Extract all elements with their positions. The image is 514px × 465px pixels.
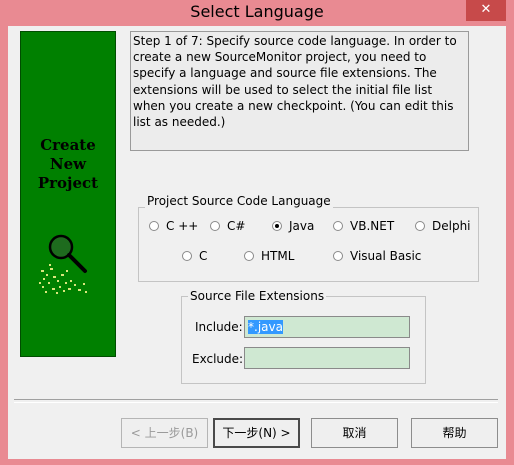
radio-vbnet-label: VB.NET xyxy=(350,219,395,233)
cancel-button[interactable]: 取消 xyxy=(311,418,398,448)
radio-delphi-circle[interactable] xyxy=(415,221,425,231)
include-input[interactable]: *.java xyxy=(244,316,410,338)
radio-java-label: Java xyxy=(289,219,315,233)
radio-vbnet-circle[interactable] xyxy=(333,221,343,231)
radio-html[interactable]: HTML xyxy=(244,248,294,264)
radio-visual-basic-circle[interactable] xyxy=(333,251,343,261)
include-label: Include: xyxy=(195,320,243,334)
radio-vbnet[interactable]: VB.NET xyxy=(333,218,394,234)
radio-visual-basic-label: Visual Basic xyxy=(350,249,422,263)
radio-cpp-circle[interactable] xyxy=(149,221,159,231)
extensions-group-label: Source File Extensions xyxy=(188,289,327,303)
radio-delphi[interactable]: Delphi xyxy=(415,218,471,234)
radio-java-circle[interactable] xyxy=(272,221,282,231)
radio-c-circle[interactable] xyxy=(182,251,192,261)
radio-csharp-label: C# xyxy=(227,219,246,233)
radio-c-label: C xyxy=(199,249,208,263)
banner-title-line-1: Create xyxy=(40,136,96,154)
banner-title-line-3: Project xyxy=(37,174,99,192)
help-button[interactable]: 帮助 xyxy=(411,418,498,448)
extensions-group xyxy=(181,296,426,384)
separator-line xyxy=(14,399,498,403)
banner-title-line-2: New xyxy=(49,155,87,173)
radio-html-label: HTML xyxy=(261,249,295,263)
next-button[interactable]: 下一步(N) > xyxy=(213,418,300,448)
magnifier-icon xyxy=(39,234,87,294)
step-description: Step 1 of 7: Specify source code languag… xyxy=(130,31,469,151)
radio-java[interactable]: Java xyxy=(272,218,314,234)
exclude-input[interactable] xyxy=(244,347,410,369)
wizard-banner: Create New Project xyxy=(20,31,116,357)
radio-html-circle[interactable] xyxy=(244,251,254,261)
close-button[interactable]: ✕ xyxy=(466,0,506,21)
banner-title: Create New Project xyxy=(21,136,115,193)
exclude-label: Exclude: xyxy=(192,352,244,366)
radio-cpp-label: C ++ xyxy=(166,219,199,233)
radio-csharp[interactable]: C# xyxy=(210,218,245,234)
radio-delphi-label: Delphi xyxy=(432,219,471,233)
radio-csharp-circle[interactable] xyxy=(210,221,220,231)
language-group-label: Project Source Code Language xyxy=(145,194,333,208)
radio-visual-basic[interactable]: Visual Basic xyxy=(333,248,421,264)
include-input-value: *.java xyxy=(248,320,283,334)
window-title: Select Language xyxy=(190,2,324,21)
title-bar: Select Language ✕ xyxy=(0,0,514,26)
back-button[interactable]: < 上一步(B) xyxy=(121,418,208,448)
radio-c[interactable]: C xyxy=(182,248,207,264)
radio-cpp[interactable]: C ++ xyxy=(149,218,198,234)
close-icon: ✕ xyxy=(480,2,492,17)
